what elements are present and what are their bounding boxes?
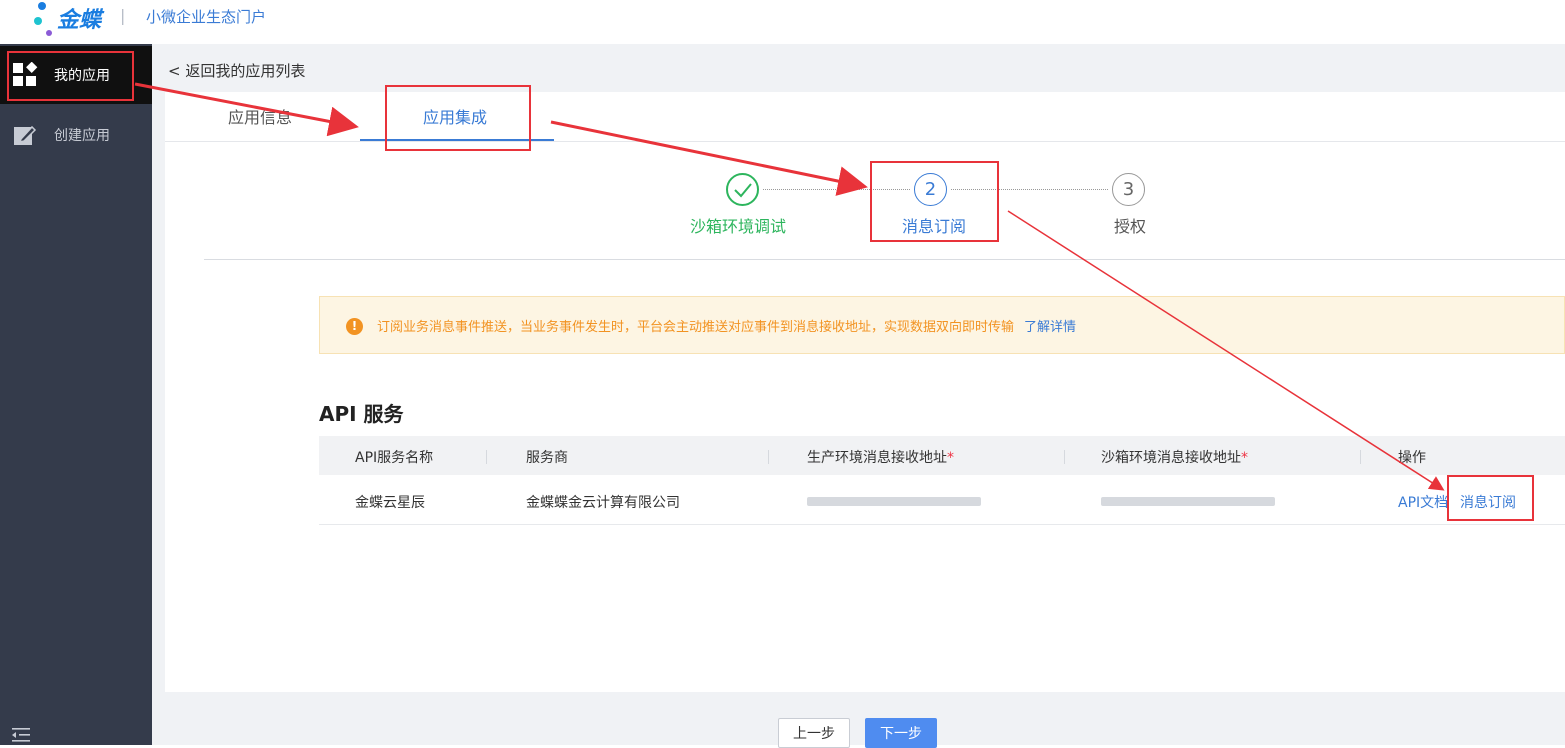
sidebar-item-label: 创建应用 [54,128,110,144]
brand-subtitle[interactable]: 小微企业生态门户 [146,6,266,27]
step-connector [763,189,910,190]
column-header-actions: 操作 [1398,450,1426,466]
apps-grid-icon [13,62,38,86]
message-subscription-link[interactable]: 消息订阅 [1460,492,1516,512]
service-provider: 金蝶蝶金云计算有限公司 [526,495,680,511]
step-1-check-icon [726,173,759,206]
previous-step-button[interactable]: 上一步 [778,718,850,748]
tab-app-integration[interactable]: 应用集成 [423,104,487,128]
column-separator [1064,450,1065,464]
section-title: API 服务 [319,402,404,426]
brand-logo-text[interactable]: 金蝶 [57,2,101,34]
column-separator [1360,450,1361,464]
table-header: API服务名称 服务商 生产环境消息接收地址* 沙箱环境消息接收地址* 操作 [319,436,1565,475]
column-header-sandbox-url-text: 沙箱环境消息接收地址 [1101,450,1241,466]
sidebar-item-my-apps[interactable]: 我的应用 [0,46,152,104]
step-2-number: 2 [914,173,947,206]
table-row: 金蝶云星辰 金蝶蝶金云计算有限公司 API文档 消息订阅 [319,475,1565,525]
api-docs-link[interactable]: API文档 [1398,492,1448,512]
back-to-app-list-link[interactable]: < 返回我的应用列表 [168,60,305,81]
learn-more-link[interactable]: 了解详情 [1024,320,1076,335]
column-header-prod-url-text: 生产环境消息接收地址 [807,450,947,466]
warning-icon: ! [346,318,363,335]
brand-separator: | [120,6,126,25]
api-service-name: 金蝶云星辰 [355,495,425,511]
top-bar: 金蝶 | 小微企业生态门户 [0,0,1565,44]
notice-message: 订阅业务消息事件推送，当业务事件发生时，平台会主动推送对应事件到消息接收地址，实… [377,320,1015,335]
tab-app-info[interactable]: 应用信息 [228,104,292,128]
edit-icon [14,125,37,145]
step-3-label: 授权 [1114,217,1147,236]
required-mark: * [1241,450,1248,466]
column-separator [486,450,487,464]
sandbox-url-redacted [1101,497,1275,506]
prod-url-redacted [807,497,981,506]
steps-divider [204,259,1565,260]
column-header-sandbox-url: 沙箱环境消息接收地址* [1101,447,1248,467]
step-1-label: 沙箱环境调试 [690,217,787,236]
column-header-provider: 服务商 [526,450,568,466]
column-header-prod-url: 生产环境消息接收地址* [807,447,954,467]
notice-text: 订阅业务消息事件推送，当业务事件发生时，平台会主动推送对应事件到消息接收地址，实… [377,316,1076,335]
content-card [165,92,1565,692]
info-notice: ! 订阅业务消息事件推送，当业务事件发生时，平台会主动推送对应事件到消息接收地址… [319,296,1565,354]
tabs-divider [165,141,1565,142]
sidebar-item-create-app[interactable]: 创建应用 [0,106,152,164]
collapse-menu-icon[interactable] [10,726,32,744]
required-mark: * [947,450,954,466]
sidebar: 我的应用 创建应用 [0,44,152,745]
sidebar-item-label: 我的应用 [54,68,110,84]
column-header-api-name: API服务名称 [355,450,434,466]
next-step-button[interactable]: 下一步 [865,718,937,748]
step-3-number: 3 [1112,173,1145,206]
column-separator [768,450,769,464]
step-2-label: 消息订阅 [902,217,967,236]
step-connector [951,189,1108,190]
